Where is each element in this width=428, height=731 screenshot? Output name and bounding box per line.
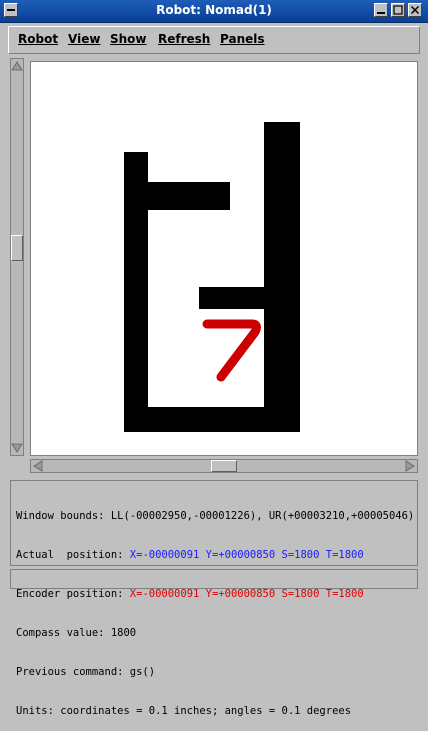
map-drawing [124,122,300,432]
close-button[interactable] [408,3,422,17]
menu-bar: Robot View Show Refresh Panels [8,26,420,54]
horizontal-scroll-thumb[interactable] [211,460,237,472]
menu-panels[interactable]: Panels [220,32,265,46]
scroll-up-arrow-icon[interactable] [11,60,23,72]
top-left-ledge [124,182,230,210]
scroll-down-arrow-icon[interactable] [11,442,23,454]
encoder-position-label: Encoder position: [16,588,130,600]
minimize-button[interactable] [374,3,388,17]
scroll-right-arrow-icon[interactable] [404,460,416,472]
command-bar[interactable] [10,569,418,589]
menu-refresh[interactable]: Refresh [158,32,210,46]
encoder-position-value: X=-00000091 Y=+00000850 S=1800 T=1800 [129,588,364,600]
horizontal-scrollbar[interactable] [30,459,418,473]
menu-robot[interactable]: Robot [18,32,58,46]
previous-command-text: Previous command: gs() [16,666,156,678]
vertical-scroll-thumb[interactable] [11,235,23,261]
minimize-icon [377,12,385,14]
window-title: Robot: Nomad(1) [156,3,272,17]
scroll-left-arrow-icon[interactable] [32,460,44,472]
map-canvas[interactable] [30,61,418,456]
menu-view[interactable]: View [68,32,100,46]
compass-value-text: Compass value: 1800 [16,627,137,639]
bottom-wall [124,407,300,432]
actual-position-label: Actual position: [16,549,130,561]
encoder-position-line: Encoder position: X=-00000091 Y=+0000085… [16,588,417,601]
units-text: Units: coordinates = 0.1 inches; angles … [16,705,352,717]
actual-position-line: Actual position: X=-00000091 Y=+00000850… [16,549,417,562]
close-icon [410,5,420,15]
maximize-button[interactable] [391,3,405,17]
robot-trace [202,319,261,382]
status-panel: Window bounds: LL(-00002950,-00001226), … [10,480,418,717]
maximize-icon [393,5,403,15]
right-wall [264,122,300,432]
mid-right-ledge [199,287,299,309]
title-bar[interactable]: Robot: Nomad(1) [0,0,428,23]
actual-position-value: X=-00000091 Y=+00000850 S=1800 T=1800 [129,549,364,561]
window-bounds-text: Window bounds: LL(-00002950,-00001226), … [16,510,415,522]
menu-show[interactable]: Show [110,32,147,46]
vertical-scrollbar[interactable] [10,58,24,456]
